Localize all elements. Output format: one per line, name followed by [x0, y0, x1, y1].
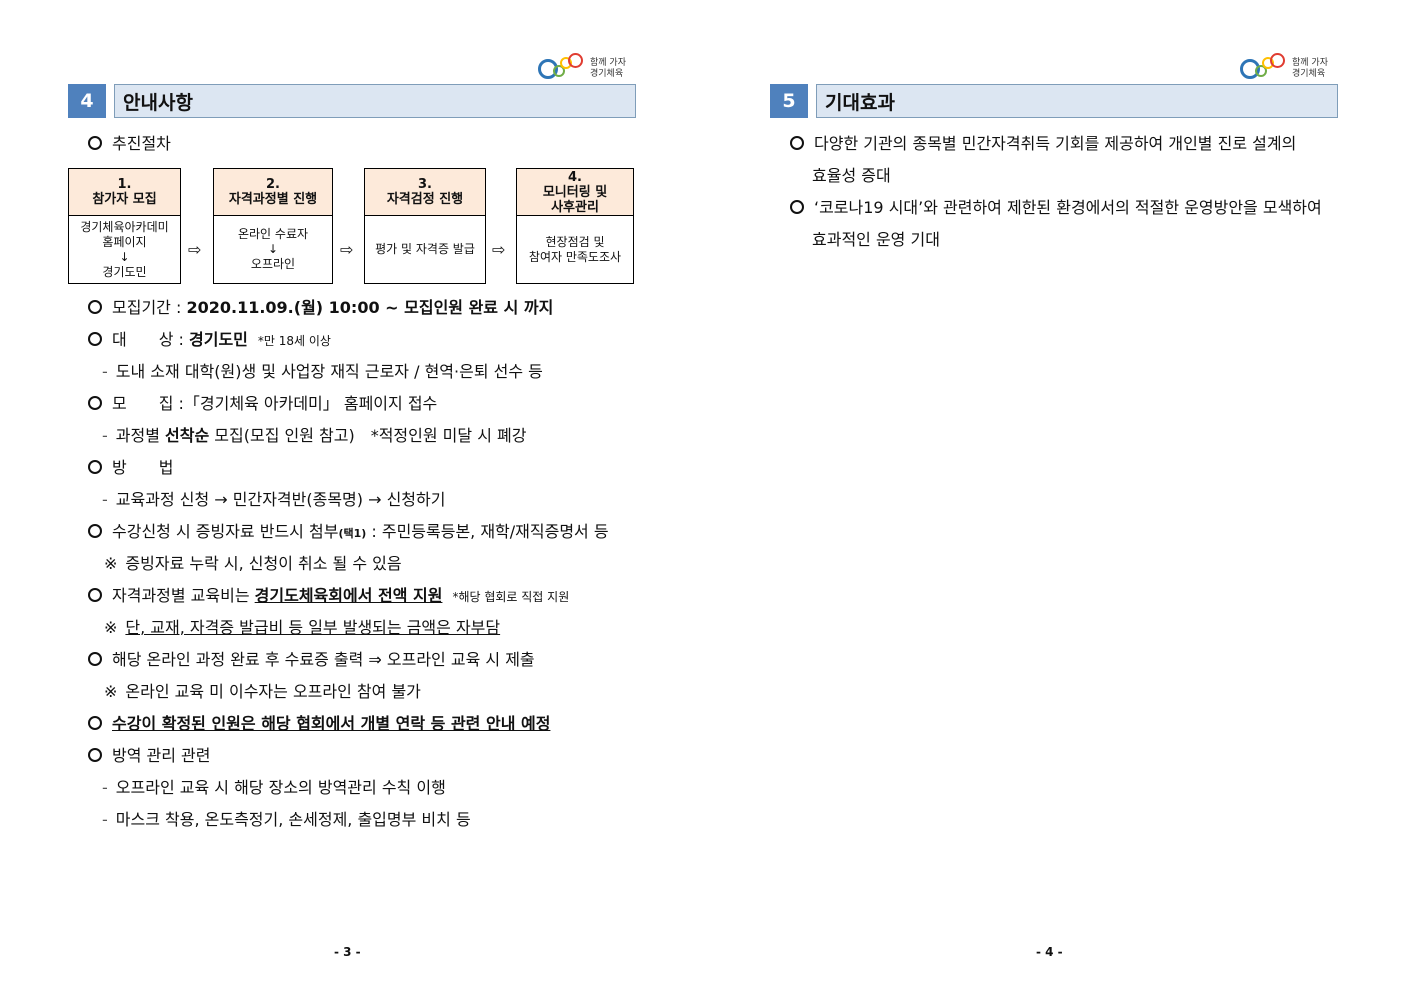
down-arrow-icon: ↓: [119, 249, 130, 264]
flow-step-body: 홈페이지: [102, 234, 147, 249]
period-value: 2020.11.09.(월) 10:00 ~ 모집인원 완료 시 까지: [186, 298, 554, 317]
flow-step-3: 3. 자격검정 진행 평가 및 자격증 발급: [364, 168, 486, 284]
effect-1-line-2: 효율성 증대: [812, 166, 891, 185]
flow-step-2: 2. 자격과정별 진행 온라인 수료자 ↓ 오프라인: [213, 168, 333, 284]
down-arrow-icon: ↓: [267, 242, 279, 256]
section-header-5: 5 기대효과: [770, 84, 1338, 118]
right-arrow-icon: ⇨: [188, 240, 202, 259]
right-arrow-icon: ⇨: [492, 240, 506, 259]
logo-line2: 경기체육: [590, 69, 624, 79]
logo-line2: 경기체육: [1292, 69, 1326, 79]
procedure-flow: 1. 참가자 모집 경기체육아카데미 홈페이지 ↓ 경기도민 ⇨ 2. 자격과정…: [68, 168, 634, 284]
recruit-line: 모 집 :「경기체육 아카데미」 홈페이지 접수: [88, 393, 437, 415]
circle-bullet-icon: [790, 200, 804, 214]
circle-bullet-icon: [88, 332, 102, 346]
flow-step-body: 현장점검 및: [545, 234, 605, 249]
section-title: 안내사항: [114, 84, 636, 118]
flow-step-title: 참가자 모집: [92, 192, 157, 207]
logo-line1: 함께 가자: [1292, 58, 1328, 68]
procedure-label: 추진절차: [88, 133, 171, 155]
quarantine-line: 방역 관리 관련: [88, 745, 211, 767]
flow-step-body: 경기체육아카데미: [80, 219, 169, 234]
fee-note: *해당 협회로 직접 지원: [452, 590, 570, 604]
section-title: 기대효과: [816, 84, 1338, 118]
target-line: 대 상 : 경기도민 *만 18세 이상: [88, 329, 331, 352]
flow-step-number: 2.: [266, 177, 280, 192]
flow-step-number: 1.: [117, 177, 132, 192]
flow-step-number: 4.: [568, 169, 582, 185]
docs-line: 수강신청 시 증빙자료 반드시 첨부(택1) : 주민등록등본, 재학/재직증명…: [88, 521, 609, 545]
recruit-sub-line: - 과정별 선착순 모집(모집 인원 참고) *적정인원 미달 시 폐강: [102, 426, 527, 445]
quarantine-sub-line-1: - 오프라인 교육 시 해당 장소의 방역관리 수칙 이행: [102, 778, 446, 797]
method-sub-line: - 교육과정 신청 → 민간자격반(종목명) → 신청하기: [102, 490, 446, 509]
logo-rings-icon: [538, 53, 586, 79]
right-page: 함께 가자 경기체육 5 기대효과 다양한 기관의 종목별 민간자격취득 기회를…: [702, 0, 1403, 992]
flow-step-body: 경기도민: [102, 264, 147, 279]
circle-bullet-icon: [88, 748, 102, 762]
section-number: 5: [770, 84, 808, 118]
flow-step-title: 모니터링 및: [542, 184, 608, 200]
circle-bullet-icon: [88, 460, 102, 474]
effect-1-line-1: 다양한 기관의 종목별 민간자격취득 기회를 제공하여 개인별 진로 설계의: [790, 133, 1296, 155]
circle-bullet-icon: [88, 716, 102, 730]
page-number: - 3 -: [334, 945, 361, 959]
logo: 함께 가자 경기체육: [538, 52, 626, 80]
flow-step-title: 자격검정 진행: [386, 192, 464, 207]
flow-step-title: 사후관리: [551, 199, 599, 215]
flow-step-body: 평가 및 자격증 발급: [375, 242, 475, 256]
effect-2-line-1: ‘코로나19 시대’와 관련하여 제한된 환경에서의 적절한 운영방안을 모색하…: [790, 197, 1322, 219]
docs-note-line: ※ 증빙자료 누락 시, 신청이 취소 될 수 있음: [104, 554, 402, 573]
flow-step-body: 오프라인: [250, 257, 296, 271]
effect-2-line-2: 효과적인 운영 기대: [812, 230, 940, 249]
confirm-line: 수강이 확정된 인원은 해당 협회에서 개별 연락 등 관련 안내 예정: [88, 713, 550, 735]
method-line: 방 법: [88, 457, 173, 479]
circle-bullet-icon: [88, 588, 102, 602]
section-header-4: 4 안내사항: [68, 84, 636, 118]
quarantine-sub-line-2: - 마스크 착용, 온도측정기, 손세정제, 출입명부 비치 등: [102, 810, 471, 829]
flow-step-body: 온라인 수료자: [237, 227, 309, 241]
right-arrow-icon: ⇨: [340, 240, 354, 259]
flow-step-1: 1. 참가자 모집 경기체육아카데미 홈페이지 ↓ 경기도민: [68, 168, 181, 284]
fee-highlight: 경기도체육회에서 전액 지원: [254, 586, 443, 605]
logo: 함께 가자 경기체육: [1240, 52, 1328, 80]
circle-bullet-icon: [88, 136, 102, 150]
target-sub-line: - 도내 소재 대학(원)생 및 사업장 재직 근로자 / 현역·은퇴 선수 등: [102, 362, 543, 381]
circle-bullet-icon: [88, 396, 102, 410]
logo-rings-icon: [1240, 53, 1288, 79]
left-page: 함께 가자 경기체육 4 안내사항 추진절차 1. 참가자 모집 경기체육아카데…: [0, 0, 701, 992]
period-line: 모집기간 : 2020.11.09.(월) 10:00 ~ 모집인원 완료 시 …: [88, 297, 553, 319]
target-note: *만 18세 이상: [257, 334, 331, 348]
flow-step-4: 4. 모니터링 및 사후관리 현장점검 및 참여자 만족도조사: [516, 168, 634, 284]
target-value: 경기도민: [189, 330, 248, 349]
circle-bullet-icon: [790, 136, 804, 150]
circle-bullet-icon: [88, 652, 102, 666]
fee-sub-line: ※ 단, 교재, 자격증 발급비 등 일부 발생되는 금액은 자부담: [104, 618, 501, 637]
online-line: 해당 온라인 과정 완료 후 수료증 출력 ⇒ 오프라인 교육 시 제출: [88, 649, 535, 671]
online-note-line: ※ 온라인 교육 미 이수자는 오프라인 참여 불가: [104, 682, 421, 701]
fee-line: 자격과정별 교육비는 경기도체육회에서 전액 지원 *해당 협회로 직접 지원: [88, 585, 569, 608]
logo-line1: 함께 가자: [590, 58, 626, 68]
flow-step-body: 참여자 만족도조사: [528, 249, 622, 264]
flow-step-number: 3.: [418, 177, 432, 192]
circle-bullet-icon: [88, 300, 102, 314]
flow-step-title: 자격과정별 진행: [228, 192, 318, 207]
circle-bullet-icon: [88, 524, 102, 538]
page-number: - 4 -: [1036, 945, 1063, 959]
section-number: 4: [68, 84, 106, 118]
